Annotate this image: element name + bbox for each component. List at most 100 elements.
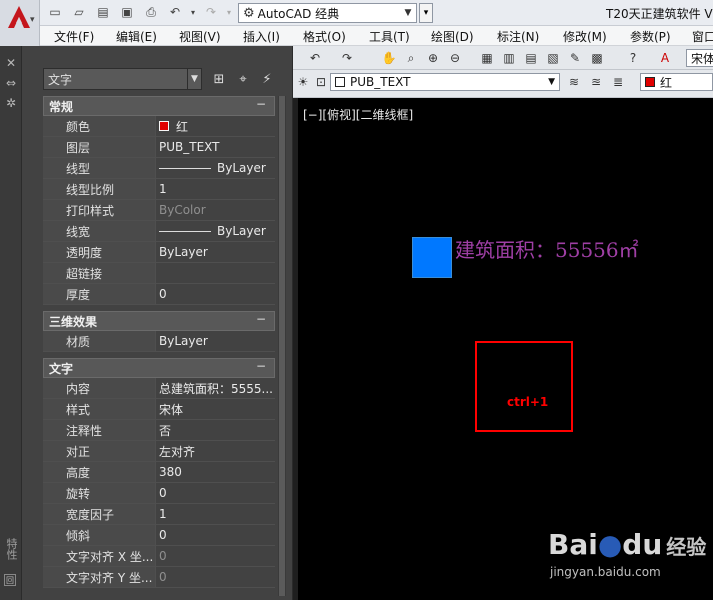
toggle-pickadd-icon[interactable]: ⊞	[210, 70, 228, 88]
property-row-justify[interactable]: 对正 左对齐	[43, 441, 275, 462]
property-value[interactable]: 左对齐	[156, 441, 275, 461]
property-row-plot-style[interactable]: 打印样式 ByColor	[43, 200, 275, 221]
property-value[interactable]: 0	[156, 525, 275, 545]
redo-icon[interactable]: ↷	[338, 50, 356, 66]
property-row-color[interactable]: 颜色 红	[43, 116, 275, 137]
collapse-icon[interactable]: −	[256, 359, 266, 373]
property-row-obliquing[interactable]: 倾斜 0	[43, 525, 275, 546]
property-row-transparency[interactable]: 透明度 ByLayer	[43, 242, 275, 263]
workspace-select[interactable]: ⚙ AutoCAD 经典 ▼	[238, 3, 417, 23]
lock-icon[interactable]: ⊡	[312, 74, 330, 90]
lightbulb-icon[interactable]: ☀	[294, 74, 312, 90]
palette-scrollbar[interactable]	[278, 96, 286, 596]
menu-modify[interactable]: 修改(M)	[563, 28, 607, 45]
menu-insert[interactable]: 插入(I)	[243, 28, 280, 45]
zoom-window-icon[interactable]: ⊕	[424, 50, 442, 66]
property-row-linetype[interactable]: 线型 ByLayer	[43, 158, 275, 179]
calculator-icon[interactable]: ▩	[588, 50, 606, 66]
property-row-annotative[interactable]: 注释性 否	[43, 420, 275, 441]
undo-dropdown-icon[interactable]: ▾	[184, 4, 202, 20]
zoom-realtime-icon[interactable]: ⌕	[402, 50, 420, 66]
property-row-rotation[interactable]: 旋转 0	[43, 483, 275, 504]
redo-dropdown-icon[interactable]: ▾	[220, 4, 238, 20]
property-value[interactable]: ByLayer	[156, 331, 275, 351]
property-value[interactable]: 红	[156, 116, 275, 136]
property-row-align-x[interactable]: 文字对齐 X 坐... 0	[43, 546, 275, 567]
menu-file[interactable]: 文件(F)	[54, 28, 94, 45]
object-type-select[interactable]: 文字 ▼	[43, 68, 202, 90]
layer-select[interactable]: PUB_TEXT ▼	[330, 73, 560, 91]
save-as-icon[interactable]: ▣	[118, 4, 136, 20]
property-value[interactable]: 1	[156, 179, 275, 199]
blue-square-shape[interactable]	[412, 237, 452, 278]
property-value[interactable]: 0	[156, 483, 275, 503]
new-file-icon[interactable]: ▭	[46, 4, 64, 20]
property-value[interactable]: 380	[156, 462, 275, 482]
menu-format[interactable]: 格式(O)	[303, 28, 346, 45]
property-row-contents[interactable]: 内容 总建筑面积：5555...	[43, 378, 275, 399]
property-row-align-y[interactable]: 文字对齐 Y 坐... 0	[43, 567, 275, 588]
help-icon[interactable]: ?	[624, 50, 642, 66]
property-value[interactable]: 0	[156, 284, 275, 304]
section-3d-header[interactable]: 三维效果 −	[43, 311, 275, 331]
qat-customize-button[interactable]: ▾	[419, 3, 433, 23]
sheet-set-icon[interactable]: ▧	[544, 50, 562, 66]
design-center-icon[interactable]: ▥	[500, 50, 518, 66]
property-value[interactable]: ByLayer	[156, 158, 275, 178]
property-row-hyperlink[interactable]: 超链接	[43, 263, 275, 284]
collapse-icon[interactable]: −	[256, 312, 266, 326]
menu-view[interactable]: 视图(V)	[179, 28, 221, 45]
palette-corner-icon[interactable]: 回	[4, 574, 16, 586]
menu-draw[interactable]: 绘图(D)	[431, 28, 474, 45]
property-value[interactable]: 否	[156, 420, 275, 440]
undo-icon[interactable]: ↶	[166, 4, 184, 20]
menu-dimension[interactable]: 标注(N)	[497, 28, 539, 45]
quick-select-icon[interactable]: ⚡	[258, 70, 276, 88]
property-row-width-factor[interactable]: 宽度因子 1	[43, 504, 275, 525]
palette-title-strip[interactable]: ✕ ⇔ ✲ 特性 回	[0, 46, 22, 600]
markup-icon[interactable]: ✎	[566, 50, 584, 66]
property-value[interactable]: PUB_TEXT	[156, 137, 275, 157]
property-row-height[interactable]: 高度 380	[43, 462, 275, 483]
properties-icon[interactable]: ▦	[478, 50, 496, 66]
color-select[interactable]: 红	[640, 73, 713, 91]
area-text-object[interactable]: 建筑面积：55556㎡	[455, 234, 639, 263]
select-objects-icon[interactable]: ⌖	[234, 70, 252, 88]
viewport-controls-label[interactable]: [−][俯视][二维线框]	[303, 106, 413, 123]
layer-states-icon[interactable]: ≣	[609, 74, 627, 90]
section-general-header[interactable]: 常规 −	[43, 96, 275, 116]
menu-edit[interactable]: 编辑(E)	[116, 28, 157, 45]
property-value[interactable]: 1	[156, 504, 275, 524]
open-file-icon[interactable]: ▱	[70, 4, 88, 20]
collapse-icon[interactable]: −	[256, 97, 266, 111]
property-row-material[interactable]: 材质 ByLayer	[43, 331, 275, 352]
settings-icon[interactable]: ✲	[4, 96, 18, 110]
property-value[interactable]: ByLayer	[156, 221, 275, 241]
autohide-icon[interactable]: ⇔	[4, 76, 18, 90]
property-row-thickness[interactable]: 厚度 0	[43, 284, 275, 305]
scrollbar-thumb[interactable]	[279, 96, 285, 596]
close-icon[interactable]: ✕	[4, 56, 18, 70]
property-value[interactable]	[156, 263, 275, 283]
layer-previous-icon[interactable]: ≊	[587, 74, 605, 90]
property-row-linetype-scale[interactable]: 线型比例 1	[43, 179, 275, 200]
zoom-previous-icon[interactable]: ⊖	[446, 50, 464, 66]
application-menu-button[interactable]: ▾	[0, 0, 40, 46]
property-row-lineweight[interactable]: 线宽 ByLayer	[43, 221, 275, 242]
tool-palettes-icon[interactable]: ▤	[522, 50, 540, 66]
property-value[interactable]: 宋体	[156, 399, 275, 419]
pan-hand-icon[interactable]: ✋	[380, 50, 398, 66]
text-style-icon[interactable]: A	[656, 50, 674, 66]
section-text-header[interactable]: 文字 −	[43, 358, 275, 378]
save-icon[interactable]: ▤	[94, 4, 112, 20]
menu-window[interactable]: 窗口	[692, 28, 713, 45]
property-value[interactable]: 总建筑面积：5555...	[156, 378, 275, 398]
red-rectangle-shape[interactable]: ctrl+1	[475, 341, 573, 432]
property-value[interactable]: ByLayer	[156, 242, 275, 262]
text-style-select[interactable]: 宋体	[686, 49, 713, 67]
undo-icon[interactable]: ↶	[306, 50, 324, 66]
menu-tools[interactable]: 工具(T)	[369, 28, 410, 45]
make-current-layer-icon[interactable]: ≋	[565, 74, 583, 90]
menu-parametric[interactable]: 参数(P)	[630, 28, 671, 45]
property-row-layer[interactable]: 图层 PUB_TEXT	[43, 137, 275, 158]
